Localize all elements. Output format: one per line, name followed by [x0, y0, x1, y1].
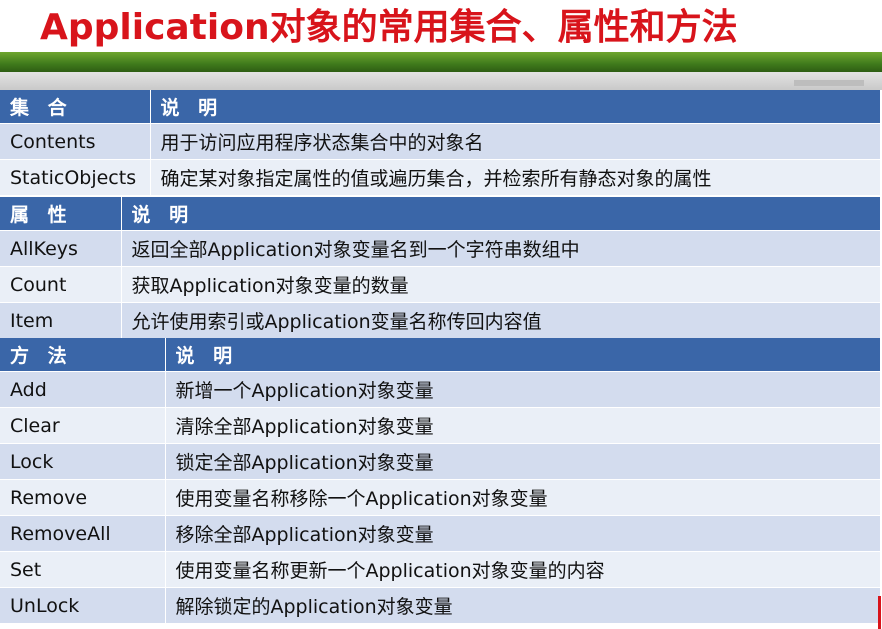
page-title: Application对象的常用集合、属性和方法 [40, 7, 738, 48]
methods-table: 方 法 说 明 Add 新增一个Application对象变量 Clear 清除… [0, 338, 881, 624]
item-name: Clear [0, 407, 166, 444]
table-row: Item 允许使用索引或Application变量名称传回内容值 [0, 302, 881, 339]
item-name: StaticObjects [0, 159, 151, 196]
item-name: Count [0, 266, 122, 303]
header-cell: 说 明 [121, 197, 881, 231]
item-name: UnLock [0, 587, 166, 624]
table-row: Add 新增一个Application对象变量 [0, 371, 881, 408]
item-description: 用于访问应用程序状态集合中的对象名 [150, 123, 881, 160]
methods-header-row: 方 法 说 明 [0, 338, 881, 372]
item-description: 确定某对象指定属性的值或遍历集合，并检索所有静态对象的属性 [150, 159, 881, 196]
table-row: Remove 使用变量名称移除一个Application对象变量 [0, 479, 881, 516]
decorative-green-bar [0, 52, 882, 72]
properties-table: 属 性 说 明 AllKeys 返回全部Application对象变量名到一个字… [0, 197, 881, 339]
header-cell: 集 合 [0, 90, 151, 124]
table-row: StaticObjects 确定某对象指定属性的值或遍历集合，并检索所有静态对象… [0, 159, 881, 196]
header-cell: 说 明 [150, 90, 881, 124]
table-row: Lock 锁定全部Application对象变量 [0, 443, 881, 480]
collections-header-row: 集 合 说 明 [0, 90, 881, 124]
decorative-gray-bar [0, 72, 882, 90]
table-row: RemoveAll 移除全部Application对象变量 [0, 515, 881, 552]
table-row: UnLock 解除锁定的Application对象变量 [0, 587, 881, 624]
item-description: 解除锁定的Application对象变量 [165, 587, 881, 624]
item-description: 返回全部Application对象变量名到一个字符串数组中 [121, 230, 881, 267]
decorative-red-marker [878, 596, 881, 629]
item-description: 使用变量名称移除一个Application对象变量 [165, 479, 881, 516]
item-description: 允许使用索引或Application变量名称传回内容值 [121, 302, 881, 339]
item-name: Item [0, 302, 122, 339]
table-row: AllKeys 返回全部Application对象变量名到一个字符串数组中 [0, 230, 881, 267]
item-name: Remove [0, 479, 166, 516]
table-row: Count 获取Application对象变量的数量 [0, 266, 881, 303]
item-description: 移除全部Application对象变量 [165, 515, 881, 552]
item-description: 锁定全部Application对象变量 [165, 443, 881, 480]
collections-table: 集 合 说 明 Contents 用于访问应用程序状态集合中的对象名 Stati… [0, 90, 881, 196]
header-cell: 说 明 [165, 338, 881, 372]
header-cell: 属 性 [0, 197, 122, 231]
header-cell: 方 法 [0, 338, 166, 372]
item-name: AllKeys [0, 230, 122, 267]
properties-header-row: 属 性 说 明 [0, 197, 881, 231]
table-row: Set 使用变量名称更新一个Application对象变量的内容 [0, 551, 881, 588]
item-name: Add [0, 371, 166, 408]
item-name: Lock [0, 443, 166, 480]
item-name: RemoveAll [0, 515, 166, 552]
table-row: Contents 用于访问应用程序状态集合中的对象名 [0, 123, 881, 160]
item-description: 清除全部Application对象变量 [165, 407, 881, 444]
item-description: 使用变量名称更新一个Application对象变量的内容 [165, 551, 881, 588]
item-name: Contents [0, 123, 151, 160]
item-description: 获取Application对象变量的数量 [121, 266, 881, 303]
table-row: Clear 清除全部Application对象变量 [0, 407, 881, 444]
item-name: Set [0, 551, 166, 588]
item-description: 新增一个Application对象变量 [165, 371, 881, 408]
